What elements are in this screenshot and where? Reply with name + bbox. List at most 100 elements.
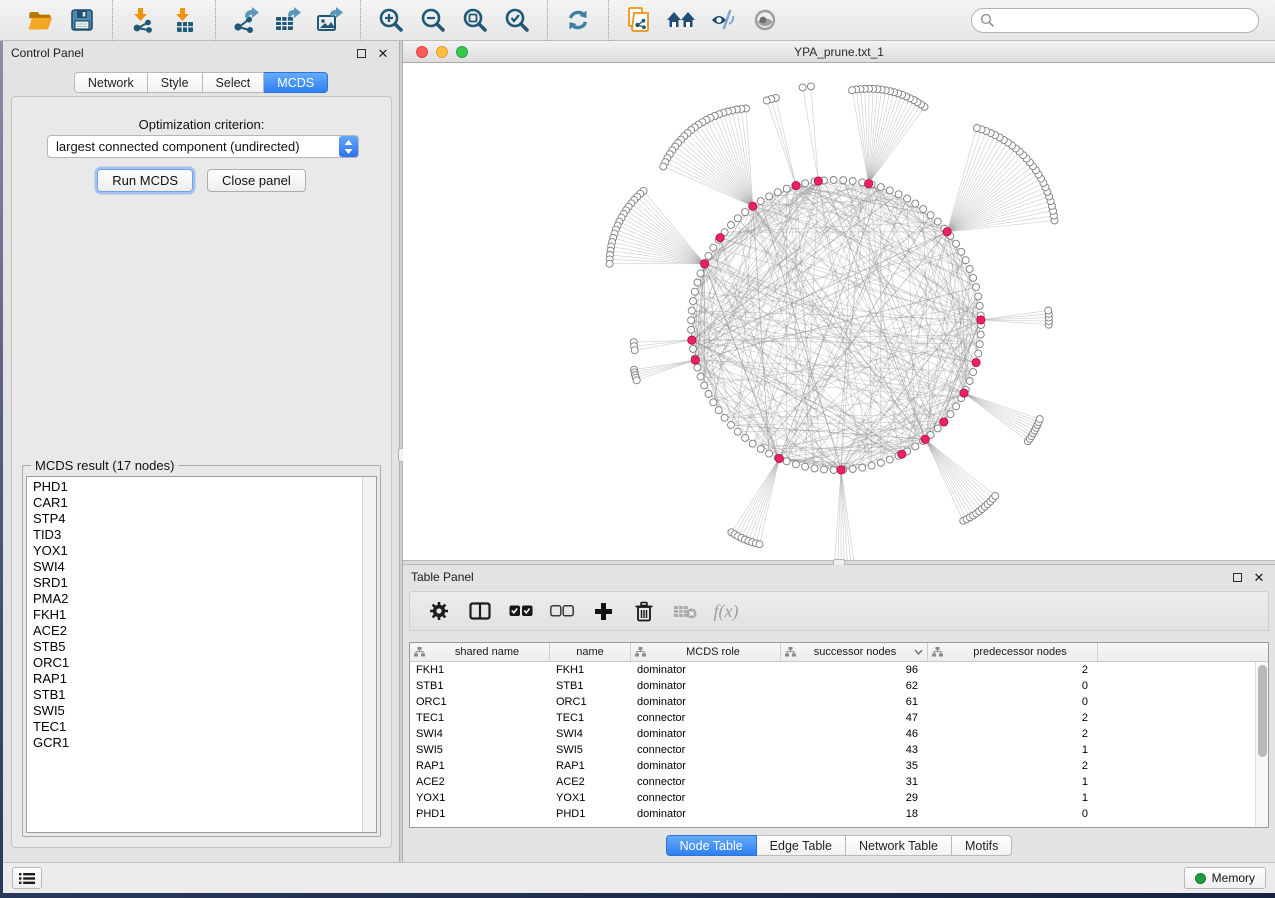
cell-name: ACE2 [550, 774, 631, 790]
cell-successor-nodes: 61 [781, 694, 928, 710]
select-all-button[interactable] [504, 596, 538, 626]
cell-mcds-role: dominator [631, 662, 781, 678]
tab-motifs[interactable]: Motifs [952, 835, 1012, 856]
tab-edge-table[interactable]: Edge Table [757, 835, 846, 856]
mcds-result-node[interactable]: TID3 [33, 527, 362, 543]
mcds-result-node[interactable]: PMA2 [33, 591, 362, 607]
mcds-result-node[interactable]: STB5 [33, 639, 362, 655]
table-panel-float-button[interactable] [1229, 569, 1245, 585]
new-network-from-selection-button[interactable] [618, 3, 660, 37]
export-image-button[interactable] [309, 3, 351, 37]
mcds-result-node[interactable]: FKH1 [33, 607, 362, 623]
optimization-criterion-select[interactable]: largest connected component (undirected) [47, 135, 359, 158]
cell-shared-name: STB1 [410, 678, 550, 694]
mcds-result-node[interactable]: ORC1 [33, 655, 362, 671]
mcds-result-node[interactable]: SWI4 [33, 559, 362, 575]
mcds-result-node[interactable]: GCR1 [33, 735, 362, 751]
float-icon [357, 49, 366, 58]
zoom-out-button[interactable] [412, 3, 454, 37]
mcds-result-node[interactable]: STB1 [33, 687, 362, 703]
node-table-body: FKH1FKH1dominator962STB1STB1dominator620… [410, 662, 1255, 827]
new-network-from-selection-icon [626, 6, 652, 34]
deselect-all-button[interactable] [545, 596, 579, 626]
control-panel-tabs: NetworkStyleSelectMCDS [3, 72, 399, 93]
mcds-result-node[interactable]: CAR1 [33, 495, 362, 511]
columns-icon [469, 602, 491, 620]
delete-column-icon [634, 601, 654, 622]
tab-network[interactable]: Network [74, 72, 148, 93]
import-table-button[interactable] [164, 3, 206, 37]
delete-column-button[interactable] [627, 596, 661, 626]
column-header-shared-name[interactable]: shared name [410, 643, 550, 661]
import-network-button[interactable] [122, 3, 164, 37]
column-header-mcds-role[interactable]: MCDS role [631, 643, 781, 661]
mcds-result-scrollbar[interactable] [362, 477, 376, 832]
zoom-fit-button[interactable] [454, 3, 496, 37]
control-panel-close-button[interactable]: ✕ [375, 45, 391, 61]
open-button[interactable] [19, 3, 61, 37]
houses-icon [666, 8, 696, 32]
mcds-result-node[interactable]: RAP1 [33, 671, 362, 687]
tab-node-table[interactable]: Node Table [666, 835, 757, 856]
hierarchy-icon [785, 647, 796, 657]
gear-button[interactable] [422, 596, 456, 626]
table-row[interactable]: FKH1FKH1dominator962 [410, 662, 1255, 678]
cell-predecessor-nodes: 2 [928, 710, 1098, 726]
hide-details-button[interactable] [702, 3, 744, 37]
mcds-result-node[interactable]: TEC1 [33, 719, 362, 735]
cell-name: SWI4 [550, 726, 631, 742]
cell-shared-name: FKH1 [410, 662, 550, 678]
control-panel-float-button[interactable] [353, 45, 369, 61]
network-graph[interactable] [403, 63, 1275, 560]
tab-mcds[interactable]: MCDS [264, 72, 328, 93]
tab-style[interactable]: Style [148, 72, 203, 93]
table-row[interactable]: YOX1YOX1connector291 [410, 790, 1255, 806]
mcds-result-node[interactable]: SRD1 [33, 575, 362, 591]
tab-network-table[interactable]: Network Table [846, 835, 952, 856]
zoom-in-icon [378, 7, 404, 33]
table-row[interactable]: ORC1ORC1dominator610 [410, 694, 1255, 710]
mcds-result-node[interactable]: YOX1 [33, 543, 362, 559]
cell-shared-name: PHD1 [410, 806, 550, 822]
export-network-button[interactable] [225, 3, 267, 37]
add-column-button[interactable] [586, 596, 620, 626]
table-row[interactable]: ACE2ACE2connector311 [410, 774, 1255, 790]
zoom-selected-button[interactable] [496, 3, 538, 37]
columns-button[interactable] [463, 596, 497, 626]
refresh-layout-button[interactable] [557, 3, 599, 37]
cell-successor-nodes: 18 [781, 806, 928, 822]
node-table-scrollbar[interactable] [1255, 662, 1268, 827]
mcds-result-node[interactable]: SWI5 [33, 703, 362, 719]
table-row[interactable]: STB1STB1dominator620 [410, 678, 1255, 694]
run-mcds-button[interactable]: Run MCDS [97, 169, 193, 192]
mcds-result-node[interactable]: STP4 [33, 511, 362, 527]
tab-select[interactable]: Select [203, 72, 265, 93]
hide-details-icon [709, 8, 737, 32]
column-header-name[interactable]: name [550, 643, 631, 661]
table-row[interactable]: PHD1PHD1dominator180 [410, 806, 1255, 822]
mcds-result-node[interactable]: PHD1 [33, 479, 362, 495]
table-row[interactable]: RAP1RAP1dominator352 [410, 758, 1255, 774]
eye-button[interactable] [744, 3, 786, 37]
close-panel-button[interactable]: Close panel [207, 169, 306, 192]
mcds-result-items: PHD1CAR1STP4TID3YOX1SWI4SRD1PMA2FKH1ACE2… [27, 479, 362, 832]
search-input[interactable] [971, 8, 1259, 33]
houses-button[interactable] [660, 3, 702, 37]
table-panel-close-button[interactable]: ✕ [1251, 569, 1267, 585]
mcds-result-list[interactable]: PHD1CAR1STP4TID3YOX1SWI4SRD1PMA2FKH1ACE2… [26, 476, 377, 833]
column-header-predecessor-nodes[interactable]: predecessor nodes [928, 643, 1098, 661]
table-row[interactable]: TEC1TEC1connector472 [410, 710, 1255, 726]
table-row[interactable]: SWI4SWI4dominator462 [410, 726, 1255, 742]
export-table-button[interactable] [267, 3, 309, 37]
task-history-button[interactable] [12, 867, 42, 889]
cell-predecessor-nodes: 1 [928, 742, 1098, 758]
table-row[interactable]: SWI5SWI5connector431 [410, 742, 1255, 758]
network-view-titlebar[interactable]: YPA_prune.txt_1 [403, 41, 1275, 63]
select-all-icon [509, 605, 533, 617]
node-table-scroll-thumb[interactable] [1258, 665, 1267, 757]
mcds-result-node[interactable]: ACE2 [33, 623, 362, 639]
memory-button[interactable]: Memory [1184, 867, 1266, 889]
zoom-in-button[interactable] [370, 3, 412, 37]
save-button[interactable] [61, 3, 103, 37]
column-header-successor-nodes[interactable]: successor nodes [781, 643, 928, 661]
